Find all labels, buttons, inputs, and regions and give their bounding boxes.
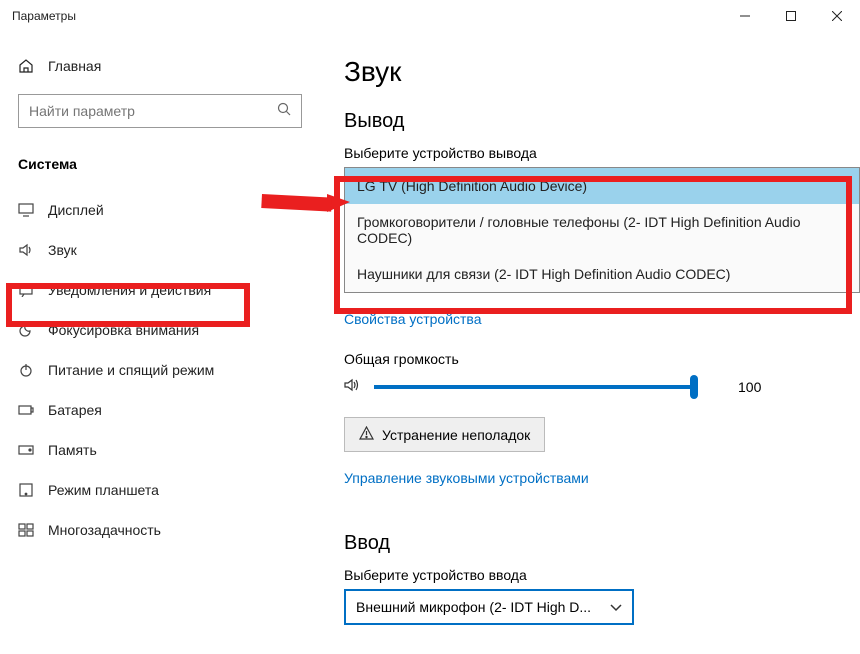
input-device-select[interactable]: Внешний микрофон (2- IDT High D... — [344, 589, 634, 625]
multitasking-icon — [18, 523, 34, 537]
volume-slider[interactable] — [374, 375, 694, 399]
sidebar-item-label: Питание и спящий режим — [48, 362, 214, 378]
manage-devices-link[interactable]: Управление звуковыми устройствами — [344, 470, 589, 486]
close-button[interactable] — [814, 0, 860, 32]
home-icon — [18, 58, 34, 74]
input-select-label: Выберите устройство ввода — [344, 567, 860, 583]
focus-icon — [18, 322, 34, 338]
search-icon — [277, 102, 291, 121]
sidebar-item-sound[interactable]: Звук — [0, 230, 320, 270]
sidebar-item-power[interactable]: Питание и спящий режим — [0, 350, 320, 390]
troubleshoot-button[interactable]: Устранение неполадок — [344, 417, 545, 452]
search-input[interactable] — [29, 103, 277, 119]
sidebar-item-label: Фокусировка внимания — [48, 322, 199, 338]
sidebar-item-label: Память — [48, 442, 97, 458]
master-volume-label: Общая громкость — [344, 351, 860, 367]
page-title: Звук — [344, 56, 860, 88]
slider-fill — [374, 385, 694, 389]
sidebar-item-label: Батарея — [48, 402, 102, 418]
chevron-down-icon — [610, 599, 622, 615]
battery-icon — [18, 404, 34, 416]
sidebar-item-label: Дисплей — [48, 202, 104, 218]
volume-value: 100 — [738, 379, 761, 395]
sidebar-item-tablet[interactable]: Режим планшета — [0, 470, 320, 510]
output-option-1[interactable]: Громкоговорители / головные телефоны (2-… — [345, 204, 859, 256]
display-icon — [18, 203, 34, 217]
minimize-button[interactable] — [722, 0, 768, 32]
sidebar-item-display[interactable]: Дисплей — [0, 190, 320, 230]
sidebar-item-label: Многозадачность — [48, 522, 161, 538]
output-select-label: Выберите устройство вывода — [344, 145, 860, 161]
output-device-dropdown[interactable]: LG TV (High Definition Audio Device) Гро… — [344, 167, 860, 293]
warning-icon — [359, 426, 374, 443]
device-properties-link[interactable]: Свойства устройства — [344, 311, 482, 327]
tablet-icon — [18, 483, 34, 497]
output-option-0[interactable]: LG TV (High Definition Audio Device) — [345, 168, 859, 204]
sidebar-item-notifications[interactable]: Уведомления и действия — [0, 270, 320, 310]
sidebar-item-battery[interactable]: Батарея — [0, 390, 320, 430]
output-option-2[interactable]: Наушники для связи (2- IDT High Definiti… — [345, 256, 859, 292]
sidebar-item-label: Звук — [48, 242, 77, 258]
volume-icon[interactable] — [344, 377, 362, 397]
sidebar-item-focus[interactable]: Фокусировка внимания — [0, 310, 320, 350]
notifications-icon — [18, 283, 34, 297]
storage-icon — [18, 444, 34, 456]
slider-thumb[interactable] — [690, 375, 698, 399]
maximize-button[interactable] — [768, 0, 814, 32]
window-title: Параметры — [12, 9, 76, 23]
sound-icon — [18, 243, 34, 257]
window-controls — [722, 0, 860, 32]
titlebar: Параметры — [0, 0, 860, 32]
input-section-header: Ввод — [344, 532, 860, 555]
search-input-container[interactable] — [18, 94, 302, 128]
home-label: Главная — [48, 58, 101, 74]
output-section-header: Вывод — [344, 110, 860, 133]
sidebar-item-label: Режим планшета — [48, 482, 159, 498]
sidebar-item-multitasking[interactable]: Многозадачность — [0, 510, 320, 550]
sidebar-item-label: Уведомления и действия — [48, 282, 211, 298]
master-volume-row: 100 — [344, 375, 860, 399]
sidebar-nav: Дисплей Звук Уведомления и действия Фоку… — [0, 190, 320, 550]
input-selected-value: Внешний микрофон (2- IDT High D... — [356, 599, 591, 615]
troubleshoot-label: Устранение неполадок — [382, 427, 530, 443]
main-content: Звук Вывод Выберите устройство вывода LG… — [320, 32, 860, 654]
sidebar: Главная Система Дисплей Звук Уведомления… — [0, 32, 320, 654]
sidebar-item-storage[interactable]: Память — [0, 430, 320, 470]
system-header: Система — [0, 146, 320, 190]
power-icon — [18, 362, 34, 378]
home-link[interactable]: Главная — [0, 48, 320, 84]
